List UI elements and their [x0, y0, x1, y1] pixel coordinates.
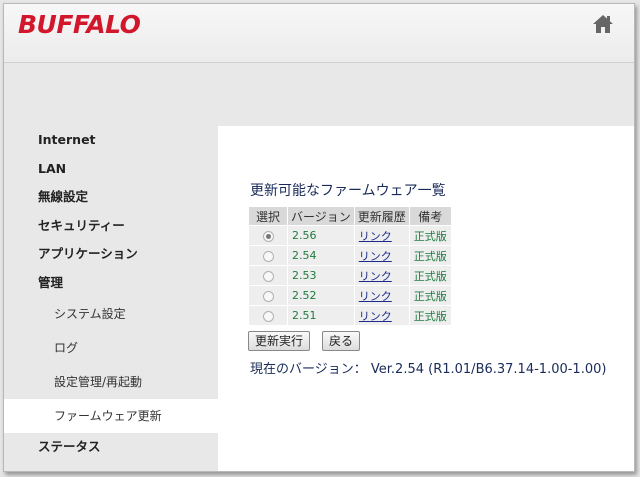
history-cell: リンク — [353, 265, 410, 286]
history-cell: リンク — [353, 245, 410, 266]
page-title: 更新可能なファームウェア一覧 — [250, 183, 446, 199]
column-header-note: 備考 — [408, 206, 452, 226]
sidebar-sub-log[interactable]: ログ — [4, 331, 218, 365]
note-cell: 正式版 — [408, 225, 452, 246]
note-cell: 正式版 — [408, 285, 452, 306]
sidebar-sub-config-restart[interactable]: 設定管理/再起動 — [4, 365, 218, 399]
sidebar-sub-firmware-update[interactable]: ファームウェア更新 — [4, 399, 218, 433]
version-cell: 2.54 — [287, 245, 355, 266]
version-radio[interactable] — [262, 230, 274, 242]
history-cell: リンク — [353, 285, 410, 306]
update-execute-button[interactable]: 更新実行 — [248, 331, 311, 351]
current-version-value: Ver.2.54 (R1.01/B6.37.14-1.00-1.00) — [370, 362, 607, 377]
history-link[interactable]: リンク — [359, 250, 392, 263]
sidebar-item-security[interactable]: セキュリティー — [4, 212, 218, 241]
current-version: 現在のバージョン： Ver.2.54 (R1.01/B6.37.14-1.00-… — [250, 358, 606, 377]
home-icon[interactable] — [592, 13, 614, 35]
note-cell: 正式版 — [408, 265, 452, 286]
sidebar-item-applications[interactable]: アプリケーション — [4, 240, 218, 269]
history-link[interactable]: リンク — [359, 290, 392, 303]
router-admin-window: BUFFALO Internet LAN 無線設定 セキュリティー アプリケーシ… — [3, 3, 635, 472]
back-button[interactable]: 戻る — [322, 331, 361, 351]
history-cell: リンク — [353, 305, 410, 326]
table-row: 2.53 リンク 正式版 — [248, 265, 452, 286]
history-link[interactable]: リンク — [359, 230, 392, 243]
sidebar-item-internet[interactable]: Internet — [4, 126, 218, 155]
current-version-label: 現在のバージョン： — [250, 362, 367, 377]
version-radio[interactable] — [262, 250, 274, 262]
history-link[interactable]: リンク — [359, 310, 392, 323]
column-header-history: 更新履歴 — [353, 206, 410, 226]
version-radio[interactable] — [262, 270, 274, 282]
note-cell: 正式版 — [408, 305, 452, 326]
header: BUFFALO — [4, 4, 634, 63]
sidebar-item-status[interactable]: ステータス — [4, 433, 218, 462]
table-header-row: 選択 バージョン 更新履歴 備考 — [248, 206, 452, 226]
column-header-version: バージョン — [287, 206, 355, 226]
version-radio[interactable] — [262, 310, 274, 322]
select-cell — [248, 305, 288, 326]
select-cell — [248, 245, 288, 266]
version-cell: 2.53 — [287, 265, 355, 286]
version-cell: 2.52 — [287, 285, 355, 306]
table-row: 2.51 リンク 正式版 — [248, 305, 452, 326]
version-cell: 2.51 — [287, 305, 355, 326]
table-row: 2.54 リンク 正式版 — [248, 245, 452, 266]
column-header-select: 選択 — [248, 206, 288, 226]
buffalo-logo[interactable]: BUFFALO — [18, 10, 141, 39]
sidebar-item-wireless[interactable]: 無線設定 — [4, 183, 218, 212]
table-row: 2.56 リンク 正式版 — [248, 225, 452, 246]
select-cell — [248, 265, 288, 286]
version-cell: 2.56 — [287, 225, 355, 246]
table-row: 2.52 リンク 正式版 — [248, 285, 452, 306]
sidebar-item-lan[interactable]: LAN — [4, 155, 218, 184]
history-cell: リンク — [353, 225, 410, 246]
sidebar-nav: Internet LAN 無線設定 セキュリティー アプリケーション 管理 シス… — [4, 126, 218, 462]
firmware-table: 選択 バージョン 更新履歴 備考 2.56 リンク 正式版 2.54 リンク 正… — [248, 206, 452, 326]
select-cell — [248, 285, 288, 306]
note-cell: 正式版 — [408, 245, 452, 266]
select-cell — [248, 225, 288, 246]
history-link[interactable]: リンク — [359, 270, 392, 283]
version-radio[interactable] — [262, 290, 274, 302]
main-content: 更新可能なファームウェア一覧 選択 バージョン 更新履歴 備考 2.56 リンク… — [218, 126, 634, 471]
sidebar-sub-system-settings[interactable]: システム設定 — [4, 297, 218, 331]
sidebar-item-management[interactable]: 管理 — [4, 269, 218, 298]
